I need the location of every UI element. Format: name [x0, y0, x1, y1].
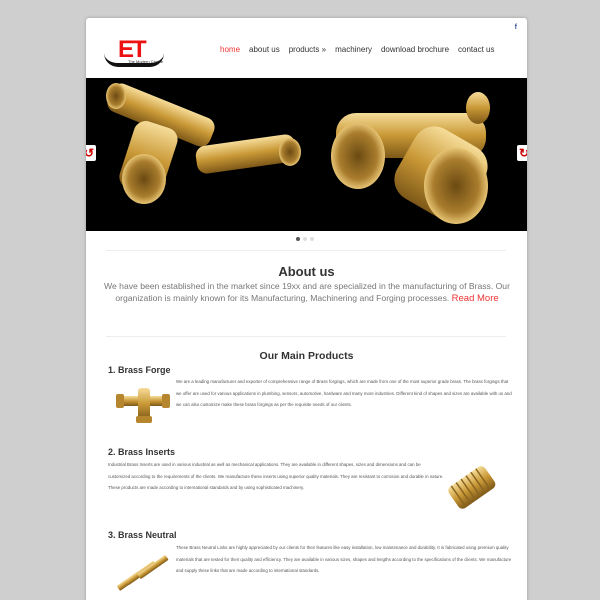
about-text: We have been established in the market s…	[104, 281, 510, 304]
product-title-brass-inserts: 2. Brass Inserts	[108, 447, 176, 457]
nav-home[interactable]: home	[220, 45, 240, 54]
product-title-brass-forge: 1. Brass Forge	[108, 365, 171, 375]
brass-forge-image	[116, 388, 170, 423]
image-slider: ↺ ↻	[86, 78, 527, 231]
slider-dot-2[interactable]	[303, 237, 307, 241]
product-desc-brass-neutral: These Brass Neutral Links are highly app…	[176, 545, 512, 574]
main-nav: home about us products » machinery downl…	[220, 45, 504, 54]
slide-image-brass-fittings	[106, 83, 490, 224]
slider-next-button[interactable]: ↻	[517, 145, 527, 161]
nav-download-brochure[interactable]: download brochure	[381, 45, 449, 54]
slider-dot-1[interactable]	[296, 237, 300, 241]
product-desc-brass-inserts: Industrial Brass Inserts are used in var…	[108, 462, 444, 491]
about-body: We have been established in the market s…	[104, 281, 510, 303]
divider	[106, 336, 506, 337]
about-heading: About us	[278, 264, 335, 279]
pex-tee-fitting	[106, 83, 301, 204]
company-logo[interactable]: ET The Modern Choice	[104, 36, 164, 68]
slider-prev-button[interactable]: ↺	[86, 145, 96, 161]
brass-insert-image	[448, 466, 496, 509]
product-desc-brass-forge: We are a leading manufacturer and export…	[176, 379, 512, 408]
product-title-brass-neutral: 3. Brass Neutral	[108, 530, 177, 540]
facebook-icon[interactable]: f	[515, 24, 517, 31]
slider-dot-3[interactable]	[310, 237, 314, 241]
female-tee-fitting	[331, 92, 490, 224]
nav-machinery[interactable]: machinery	[335, 45, 372, 54]
page-container: f ET The Modern Choice home about us pro…	[86, 18, 527, 600]
nav-contact-us[interactable]: contact us	[458, 45, 494, 54]
products-heading: Our Main Products	[259, 350, 354, 362]
read-more-link[interactable]: Read More	[452, 293, 499, 304]
brass-neutral-link-image	[117, 555, 169, 591]
nav-about-us[interactable]: about us	[249, 45, 280, 54]
nav-products[interactable]: products »	[289, 45, 326, 54]
logo-tagline: The Modern Choice	[128, 59, 164, 64]
slider-pagination	[296, 237, 314, 241]
divider	[106, 250, 506, 251]
